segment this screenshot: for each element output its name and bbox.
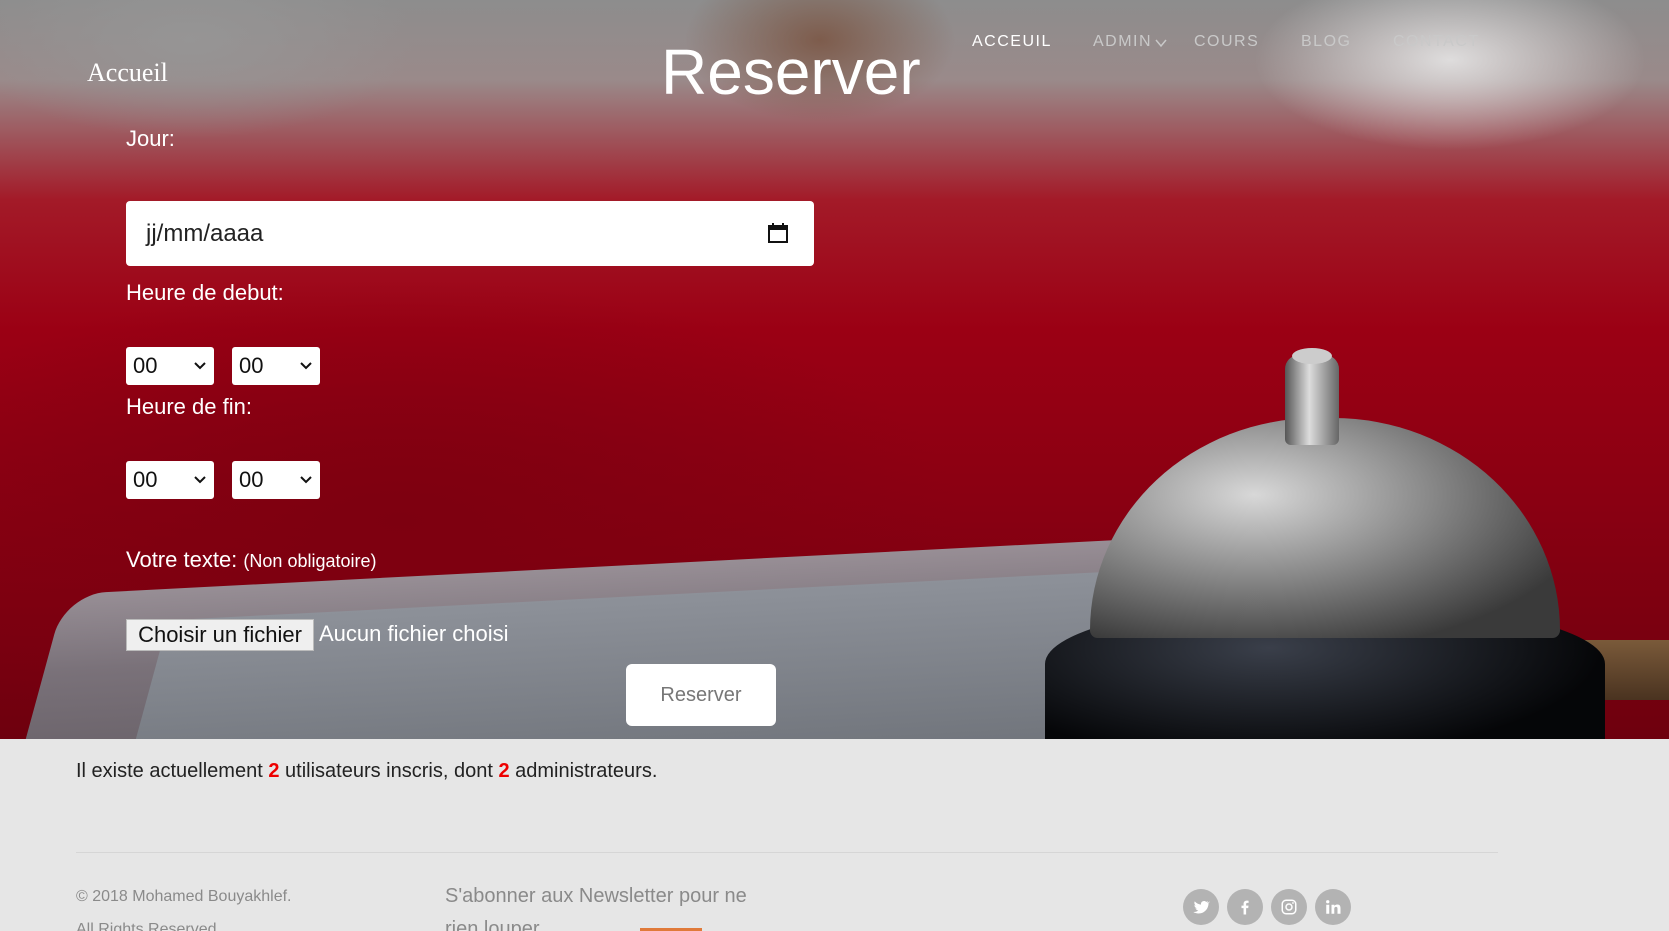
bell-cap-photo bbox=[1292, 348, 1332, 364]
nav-cours[interactable]: COURS bbox=[1194, 33, 1259, 51]
heure-debut-hour-select[interactable]: 00 bbox=[126, 347, 214, 385]
nav-accueil[interactable]: ACCEUIL bbox=[972, 33, 1052, 51]
chevron-down-icon bbox=[300, 476, 312, 484]
nav-blog[interactable]: BLOG bbox=[1301, 33, 1351, 51]
copyright: © 2018 Mohamed Bouyakhlef. bbox=[76, 888, 292, 905]
social-links bbox=[1183, 889, 1351, 925]
nav-contact[interactable]: CONTACT bbox=[1393, 33, 1480, 51]
texte-label: Votre texte: (Non obligatoire) bbox=[126, 547, 377, 573]
stats-suffix: administrateurs. bbox=[509, 760, 658, 782]
jour-label: Jour: bbox=[126, 126, 175, 151]
select-value: 00 bbox=[239, 353, 264, 378]
heure-fin-hour-select[interactable]: 00 bbox=[126, 461, 214, 499]
bell-stem-photo bbox=[1285, 355, 1339, 445]
nav-admin[interactable]: ADMIN bbox=[1093, 33, 1152, 51]
heure-fin-label: Heure de fin: bbox=[126, 394, 252, 419]
date-placeholder: jj/mm/aaaa bbox=[146, 219, 264, 247]
choose-file-button[interactable]: Choisir un fichier bbox=[126, 619, 314, 651]
heure-fin-minute-select[interactable]: 00 bbox=[232, 461, 320, 499]
page-title: Reserver bbox=[661, 36, 921, 108]
chevron-down-icon bbox=[194, 362, 206, 370]
footer-divider bbox=[76, 852, 1498, 853]
heure-debut-minute-select[interactable]: 00 bbox=[232, 347, 320, 385]
texte-optional-note: (Non obligatoire) bbox=[243, 551, 377, 571]
users-count: 2 bbox=[268, 760, 280, 782]
newsletter-text-2: rien louper bbox=[445, 918, 540, 931]
select-value: 00 bbox=[133, 467, 158, 492]
texte-label-text: Votre texte: bbox=[126, 547, 238, 572]
date-input[interactable]: jj/mm/aaaa bbox=[126, 201, 814, 266]
instagram-icon[interactable] bbox=[1271, 889, 1307, 925]
newsletter-text: S'abonner aux Newsletter pour ne bbox=[445, 885, 747, 907]
stats-prefix: Il existe actuellement bbox=[76, 760, 269, 782]
bell-dome-photo bbox=[1090, 418, 1560, 638]
heure-debut-label: Heure de debut: bbox=[126, 280, 284, 305]
brand-link[interactable]: Accueil bbox=[87, 58, 168, 88]
calendar-icon[interactable] bbox=[766, 221, 790, 245]
file-status: Aucun fichier choisi bbox=[319, 621, 509, 646]
twitter-icon[interactable] bbox=[1183, 889, 1219, 925]
reserver-button[interactable]: Reserver bbox=[626, 664, 776, 726]
chevron-down-icon bbox=[194, 476, 206, 484]
stats-middle: utilisateurs inscris, dont bbox=[279, 760, 499, 782]
select-value: 00 bbox=[133, 353, 158, 378]
linkedin-icon[interactable] bbox=[1315, 889, 1351, 925]
admins-count: 2 bbox=[498, 760, 510, 782]
select-value: 00 bbox=[239, 467, 264, 492]
facebook-icon[interactable] bbox=[1227, 889, 1263, 925]
user-stats: Il existe actuellement 2 utilisateurs in… bbox=[76, 760, 657, 783]
chevron-down-icon[interactable] bbox=[1155, 37, 1167, 49]
chevron-down-icon bbox=[300, 362, 312, 370]
copyright-rights: All Rights Reserved. bbox=[76, 921, 221, 931]
